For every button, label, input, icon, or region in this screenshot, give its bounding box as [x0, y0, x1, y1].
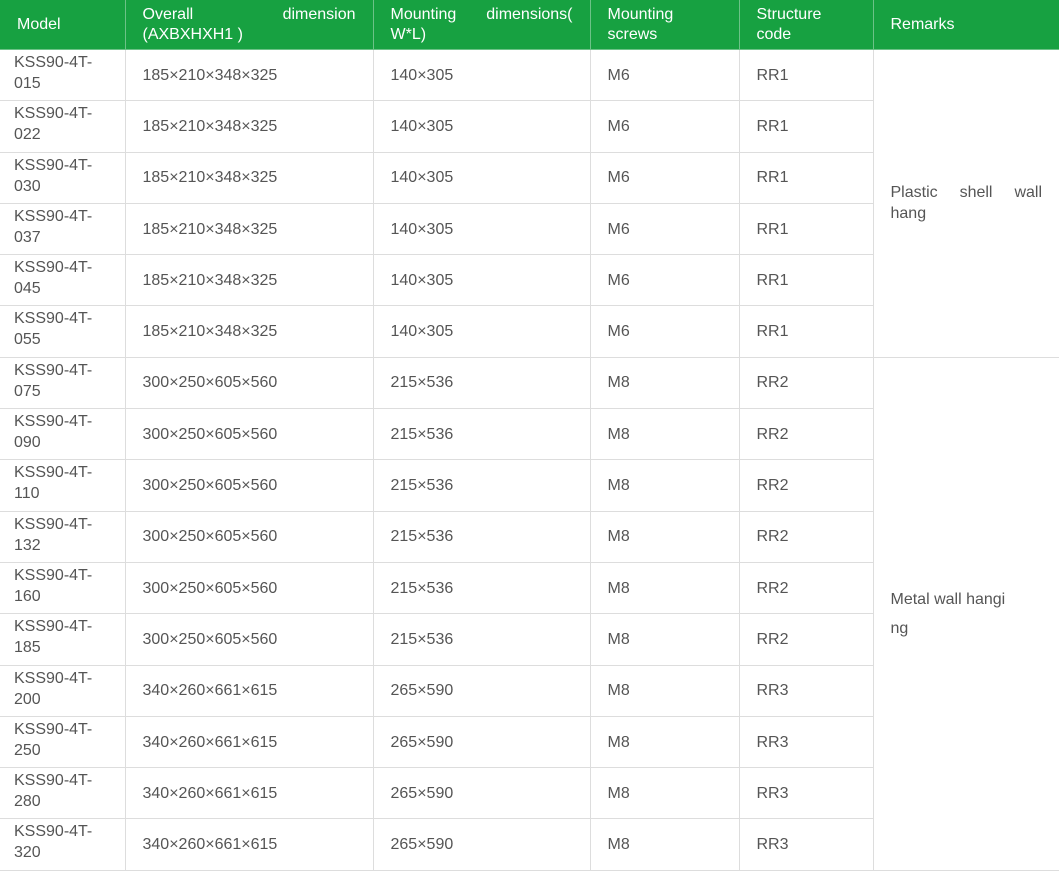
model-cell: KSS90-4T-320	[0, 818, 126, 871]
mounting-dimensions-cell: 265×590	[372, 715, 591, 769]
header-remarks: Remarks	[872, 0, 1059, 50]
mounting-screws-cell: M8	[589, 664, 740, 717]
mounting-screws-cell: M6	[589, 100, 740, 153]
remarks-text: Metal wall hanging	[890, 590, 1006, 637]
mounting-screws-cell: M8	[589, 715, 740, 769]
structure-code-cell: RR1	[738, 48, 874, 102]
model-cell: KSS90-4T-090	[0, 408, 126, 461]
mounting-screws-cell: M8	[589, 613, 740, 666]
structure-code-cell: RR2	[738, 510, 873, 563]
overall-dimension-cell: 300×250×605×560	[124, 459, 374, 512]
mounting-screws-cell: M6	[589, 151, 740, 204]
header-overall-dimension: Overall dimension (AXBXHXH1 )	[124, 0, 374, 50]
overall-dimension-cell: 300×250×605×560	[124, 510, 374, 563]
model-cell: KSS90-4T-045	[0, 254, 126, 307]
overall-dimension-cell: 300×250×605×560	[124, 561, 374, 615]
model-cell: KSS90-4T-015	[0, 48, 126, 102]
header-mounting-screws: Mounting screws	[589, 0, 740, 50]
mounting-dimensions-cell: 215×536	[372, 561, 591, 615]
model-cell: KSS90-4T-160	[0, 561, 126, 615]
structure-code-cell: RR2	[738, 459, 873, 512]
spec-table: Model Overall dimension (AXBXHXH1 ) Moun…	[0, 0, 1059, 871]
mounting-dimensions-cell: 140×305	[372, 48, 591, 102]
remarks-text: Plastic shell wall hang	[890, 184, 1043, 223]
header-mounting-dimensions: Mounting dimensions( W*L)	[372, 0, 591, 50]
model-cell: KSS90-4T-250	[0, 715, 126, 769]
table-row: KSS90-4T-075 300×250×605×560 215×536 M8 RR2 M…	[0, 356, 1059, 871]
mounting-screws-cell: M8	[589, 561, 740, 615]
overall-dimension-cell: 340×260×661×615	[124, 818, 374, 871]
structure-code-cell: RR2	[738, 356, 874, 410]
structure-code-cell: RR2	[738, 613, 873, 666]
mounting-dimensions-cell: 265×590	[372, 818, 591, 871]
structure-code-cell: RR2	[738, 408, 873, 461]
mounting-screws-cell: M6	[589, 48, 740, 102]
overall-dimension-cell: 185×210×348×325	[124, 151, 374, 204]
table-body: KSS90-4T-015 185×210×348×325 140×305 M6 RR1 P…	[0, 48, 1059, 871]
overall-dimension-cell: 185×210×348×325	[124, 305, 374, 358]
mounting-screws-cell: M8	[589, 818, 740, 871]
mounting-dimensions-cell: 265×590	[372, 664, 591, 717]
structure-code-cell: RR2	[738, 561, 873, 615]
mounting-screws-cell: M8	[589, 459, 740, 512]
structure-code-cell: RR1	[738, 202, 873, 256]
mounting-dimensions-cell: 140×305	[372, 202, 591, 256]
header-structure-code: Structure code	[738, 0, 874, 50]
mounting-dimensions-cell: 215×536	[372, 459, 591, 512]
header-model: Model	[0, 0, 126, 50]
overall-dimension-cell: 185×210×348×325	[124, 202, 374, 256]
mounting-screws-cell: M8	[589, 767, 740, 820]
remarks-cell: Metal wall hanging	[872, 356, 1059, 871]
structure-code-cell: RR1	[738, 254, 873, 307]
mounting-screws-cell: M6	[589, 254, 740, 307]
mounting-dimensions-cell: 140×305	[372, 254, 591, 307]
structure-code-cell: RR1	[738, 151, 873, 204]
overall-dimension-cell: 300×250×605×560	[124, 613, 374, 666]
model-cell: KSS90-4T-110	[0, 459, 126, 512]
model-cell: KSS90-4T-075	[0, 356, 126, 410]
remarks-cell: Plastic shell wall hang	[872, 49, 1059, 358]
overall-dimension-cell: 185×210×348×325	[124, 48, 374, 102]
mounting-dimensions-cell: 215×536	[372, 356, 591, 410]
model-cell: KSS90-4T-037	[0, 202, 126, 256]
model-cell: KSS90-4T-185	[0, 613, 126, 666]
overall-dimension-cell: 300×250×605×560	[124, 356, 374, 410]
mounting-screws-cell: M8	[589, 510, 740, 563]
mounting-dimensions-cell: 140×305	[372, 100, 591, 153]
mounting-dimensions-cell: 215×536	[372, 510, 591, 563]
structure-code-cell: RR3	[738, 715, 873, 769]
overall-dimension-cell: 300×250×605×560	[124, 408, 374, 461]
model-cell: KSS90-4T-132	[0, 510, 126, 563]
model-cell: KSS90-4T-200	[0, 664, 126, 717]
model-cell: KSS90-4T-280	[0, 767, 126, 820]
overall-dimension-cell: 185×210×348×325	[124, 100, 374, 153]
mounting-dimensions-cell: 140×305	[372, 305, 591, 358]
mounting-screws-cell: M6	[589, 305, 740, 358]
mounting-dimensions-cell: 140×305	[372, 151, 591, 204]
overall-dimension-cell: 340×260×661×615	[124, 767, 374, 820]
structure-code-cell: RR1	[738, 100, 873, 153]
structure-code-cell: RR3	[738, 818, 873, 871]
mounting-screws-cell: M8	[589, 356, 740, 410]
overall-dimension-cell: 340×260×661×615	[124, 715, 374, 769]
model-cell: KSS90-4T-055	[0, 305, 126, 358]
mounting-dimensions-cell: 265×590	[372, 767, 591, 820]
structure-code-cell: RR3	[738, 664, 873, 717]
header-row: Model Overall dimension (AXBXHXH1 ) Moun…	[0, 0, 1059, 50]
structure-code-cell: RR3	[738, 767, 873, 820]
model-cell: KSS90-4T-030	[0, 151, 126, 204]
table-row: KSS90-4T-015 185×210×348×325 140×305 M6 RR1 P…	[0, 48, 1059, 358]
mounting-screws-cell: M6	[589, 202, 740, 256]
mounting-dimensions-cell: 215×536	[372, 613, 591, 666]
overall-dimension-cell: 185×210×348×325	[124, 254, 374, 307]
mounting-screws-cell: M8	[589, 408, 740, 461]
mounting-dimensions-cell: 215×536	[372, 408, 591, 461]
model-cell: KSS90-4T-022	[0, 100, 126, 153]
structure-code-cell: RR1	[738, 305, 873, 358]
overall-dimension-cell: 340×260×661×615	[124, 664, 374, 717]
